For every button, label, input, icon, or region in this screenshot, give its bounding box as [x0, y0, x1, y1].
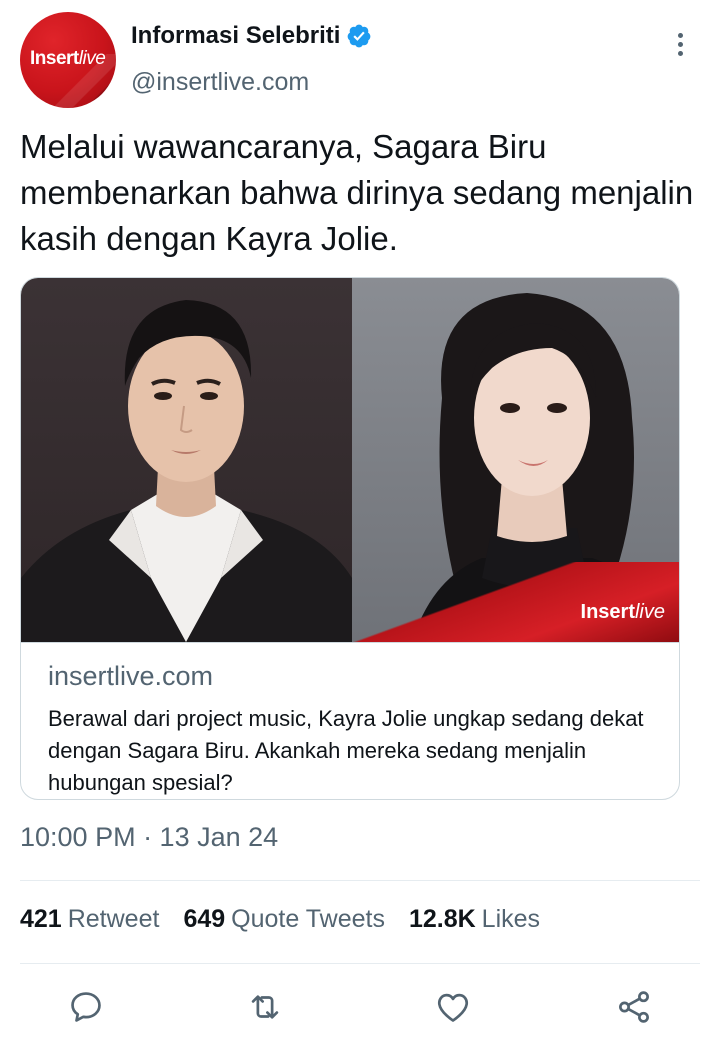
- retweets-stat[interactable]: 421 Retweet: [20, 905, 159, 934]
- more-vertical-icon[interactable]: [668, 30, 692, 62]
- quote-tweets-stat[interactable]: 649 Quote Tweets: [183, 905, 385, 934]
- tweet-header: Insertlive Informasi Selebriti @insertli…: [0, 0, 720, 120]
- verified-badge-icon: [346, 23, 372, 49]
- divider: [20, 963, 700, 964]
- photo-left: [21, 278, 352, 642]
- card-image[interactable]: Insertlive: [21, 278, 679, 642]
- photo-right: Insertlive: [352, 278, 679, 642]
- avatar[interactable]: Insertlive: [20, 12, 116, 108]
- tweet-text: Melalui wawancaranya, Sagara Biru memben…: [20, 128, 694, 257]
- retweet-icon[interactable]: [243, 985, 287, 1029]
- insertlive-watermark-logo: Insertlive: [580, 601, 665, 623]
- card-body[interactable]: insertlive.com Berawal dari project musi…: [21, 642, 679, 799]
- link-preview-card[interactable]: Insertlive insertlive.com Berawal dari p…: [20, 277, 680, 800]
- avatar-logo: Insertlive: [30, 48, 106, 69]
- heart-icon[interactable]: [431, 985, 475, 1029]
- reply-icon[interactable]: [64, 985, 108, 1029]
- tweet-timestamp[interactable]: 10:00 PM · 13 Jan 24: [20, 822, 278, 853]
- likes-label: Likes: [481, 905, 541, 933]
- account-handle[interactable]: @insertlive.com: [131, 68, 309, 97]
- likes-stat[interactable]: 12.8K Likes: [409, 905, 540, 934]
- retweets-label: Retweet: [67, 905, 160, 933]
- retweets-count: 421: [20, 905, 62, 933]
- man-portrait-image: [21, 300, 352, 642]
- name-row: Informasi Selebriti: [131, 22, 372, 50]
- share-icon[interactable]: [612, 985, 656, 1029]
- quotes-label: Quote Tweets: [231, 905, 385, 933]
- divider: [20, 880, 700, 881]
- card-description: Berawal dari project music, Kayra Jolie …: [48, 706, 644, 795]
- quotes-count: 649: [183, 905, 226, 933]
- engagement-stats: 421 Retweet 649 Quote Tweets 12.8K Likes: [20, 905, 564, 934]
- likes-count: 12.8K: [408, 905, 476, 933]
- display-name[interactable]: Informasi Selebriti: [131, 22, 340, 50]
- card-domain: insertlive.com: [48, 661, 214, 691]
- action-bar: [0, 985, 720, 1035]
